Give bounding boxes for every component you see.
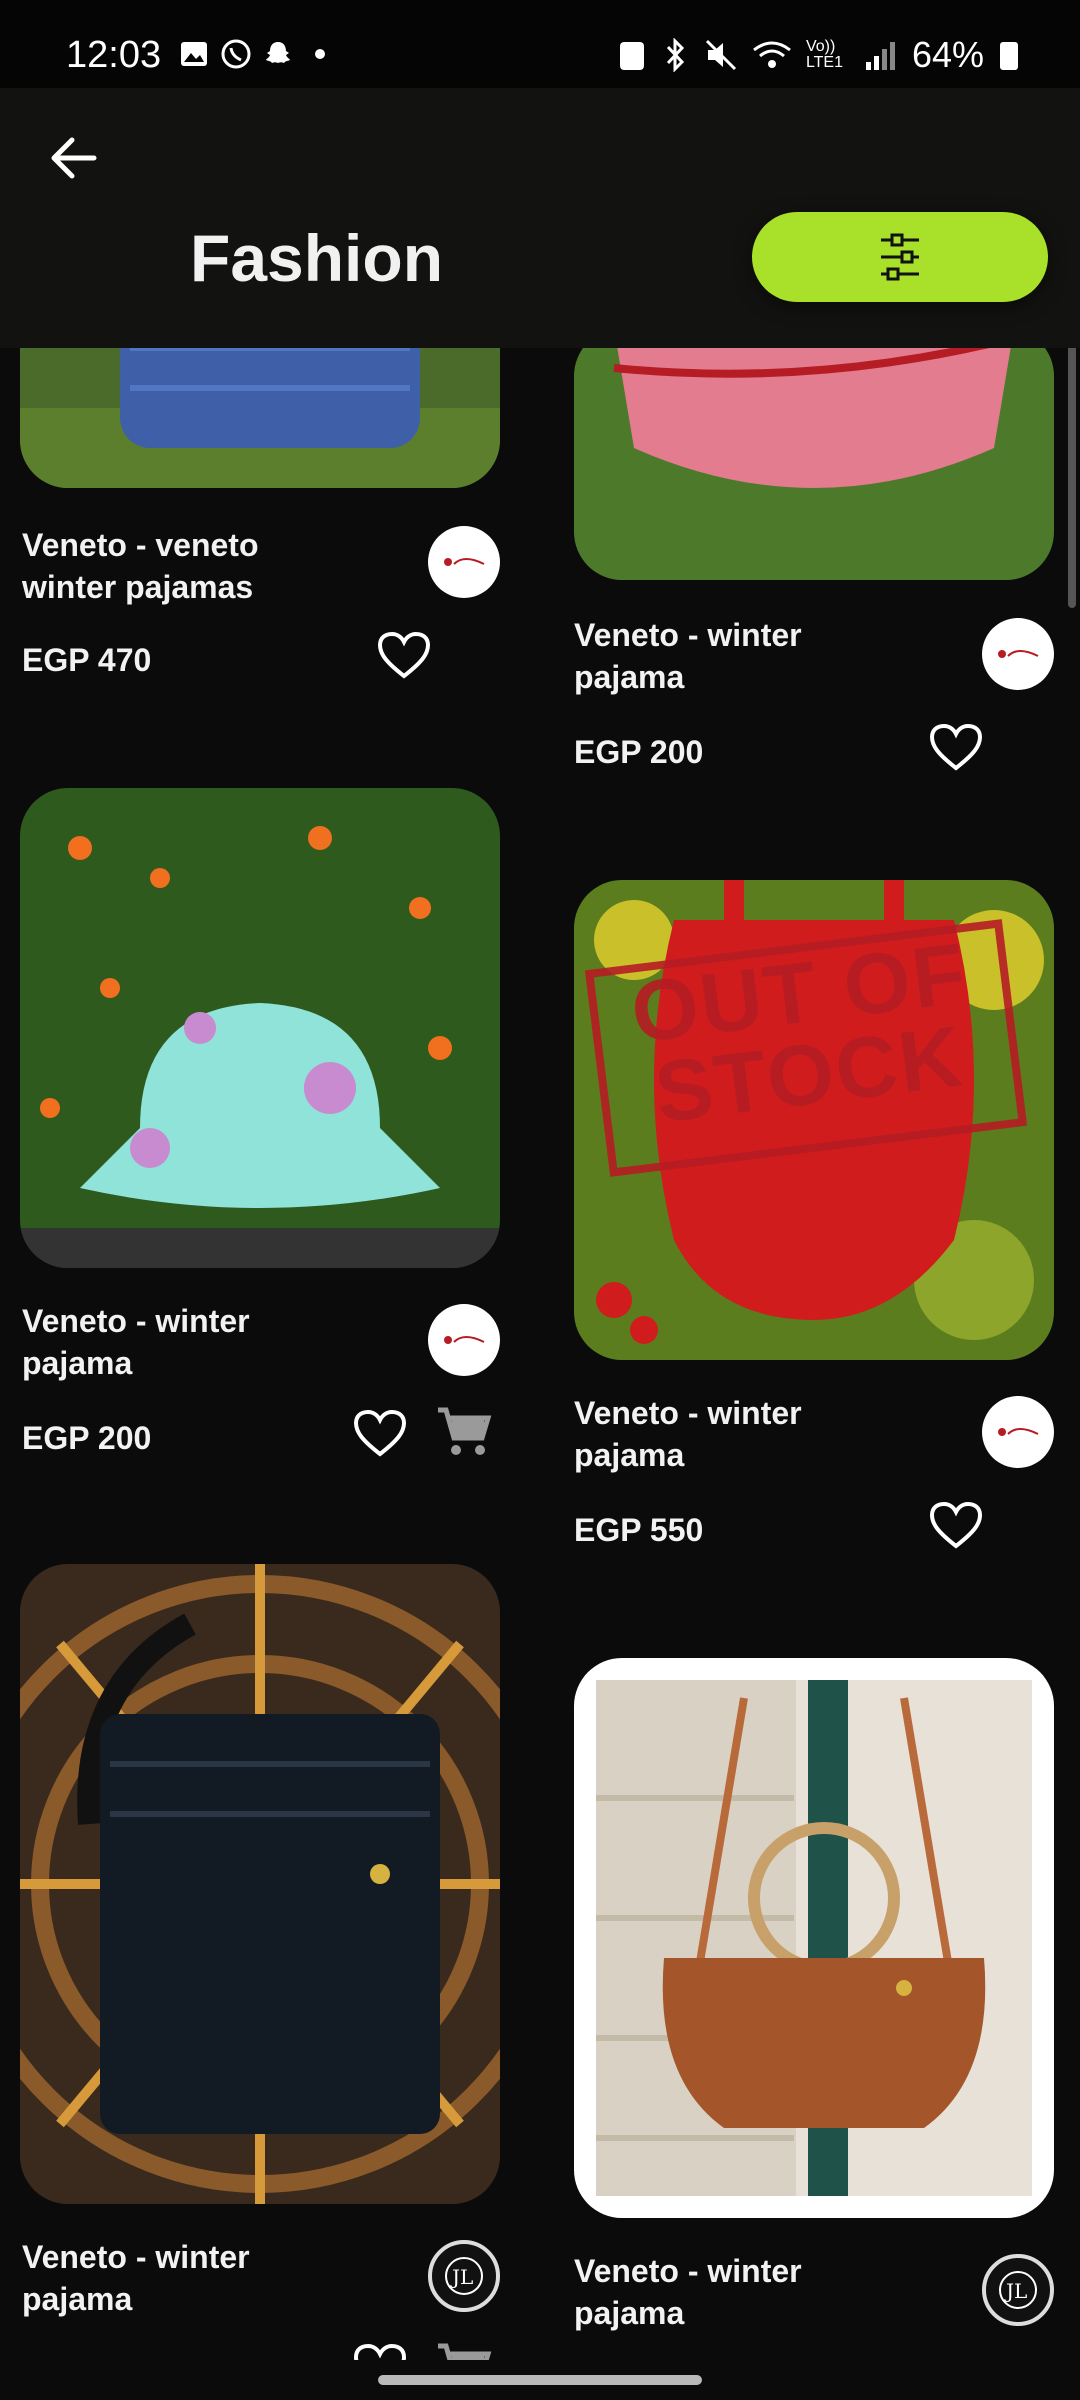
product-name[interactable]: Veneto - winter pajama: [22, 2236, 322, 2320]
cart-icon[interactable]: [436, 2342, 492, 2360]
product-price: EGP 200: [574, 734, 704, 770]
product-name[interactable]: Veneto - winter pajama: [22, 1300, 322, 1384]
heart-icon[interactable]: [352, 1408, 408, 1460]
cart-icon[interactable]: [436, 1406, 492, 1458]
product-name[interactable]: Veneto - winter pajama: [574, 1392, 874, 1476]
svg-text:JL: JL: [1004, 2279, 1027, 2303]
product-price: EGP 470: [22, 642, 152, 678]
battery-percent: 64%: [911, 34, 984, 75]
product-image[interactable]: [574, 348, 1054, 580]
seller-avatar[interactable]: [982, 618, 1054, 690]
seller-logo-icon: [444, 558, 485, 566]
product-image[interactable]: [574, 1658, 1054, 2218]
seller-avatar[interactable]: [428, 1304, 500, 1376]
data-saver-icon: [619, 42, 644, 70]
heart-icon[interactable]: [376, 630, 432, 682]
product-grid: Veneto - veneto winter pajamas EGP 470 V…: [0, 348, 1080, 2360]
jl-logo-icon: JL: [999, 2271, 1037, 2309]
seller-logo-icon: [998, 1428, 1039, 1436]
network-label: Vo)) LTE1: [805, 38, 843, 71]
snapchat-icon: [266, 42, 290, 63]
jl-logo-icon: JL: [445, 2257, 483, 2295]
product-image[interactable]: [20, 1564, 500, 2204]
product-price: EGP 550: [574, 1512, 704, 1548]
heart-icon[interactable]: [928, 1500, 984, 1552]
product-name[interactable]: Veneto - winter pajama: [574, 614, 874, 698]
filter-button[interactable]: [752, 212, 1048, 302]
seller-avatar[interactable]: [982, 1396, 1054, 1468]
page-title: Fashion: [190, 221, 444, 295]
status-time: 12:03: [66, 34, 162, 76]
sliders-icon: [881, 233, 919, 281]
seller-avatar[interactable]: JL: [428, 2240, 500, 2312]
heart-icon[interactable]: [928, 722, 984, 774]
dot-icon: [315, 49, 325, 59]
product-name[interactable]: Veneto - winter pajama: [574, 2250, 874, 2334]
product-image[interactable]: [20, 788, 500, 1268]
signal-icon: [865, 42, 895, 70]
bluetooth-icon: [666, 38, 685, 72]
product-image[interactable]: [20, 348, 500, 488]
heart-icon[interactable]: [352, 2342, 408, 2360]
seller-avatar[interactable]: JL: [982, 2254, 1054, 2326]
whatsapp-icon: [221, 39, 251, 69]
home-gesture-handle[interactable]: [378, 2375, 702, 2385]
seller-logo-icon: [998, 650, 1039, 658]
product-name[interactable]: Veneto - veneto winter pajamas: [22, 524, 322, 608]
mute-icon: [705, 39, 736, 71]
status-system-icons: Vo)) LTE1 64%: [618, 34, 1020, 76]
product-price: EGP 200: [22, 1420, 152, 1456]
back-arrow-icon[interactable]: [46, 130, 102, 186]
seller-logo-icon: [444, 1336, 485, 1344]
status-notification-icons: [178, 38, 336, 70]
battery-icon: [1000, 42, 1018, 70]
wifi-icon: [753, 41, 791, 68]
status-bar: 12:03 Vo)) LTE1 64%: [0, 0, 1080, 88]
svg-text:JL: JL: [450, 2265, 473, 2289]
seller-avatar[interactable]: [428, 526, 500, 598]
gallery-icon: [181, 42, 207, 66]
